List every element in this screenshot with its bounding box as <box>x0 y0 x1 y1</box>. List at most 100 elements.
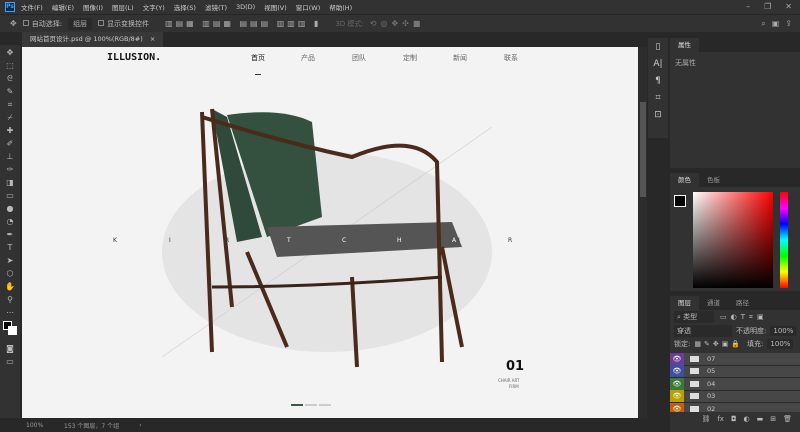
path-select-icon[interactable]: ➤ <box>7 256 14 267</box>
paragraph-icon[interactable]: ¶ <box>655 76 661 86</box>
opacity-label: 不透明度: <box>736 326 767 335</box>
layer-row[interactable]: 👁 07 <box>670 353 800 366</box>
menu-window[interactable]: 窗口(W) <box>296 2 321 12</box>
link-icon[interactable]: ⛓ <box>701 415 710 423</box>
visibility-eye-icon[interactable]: 👁 <box>670 390 684 403</box>
character-icon[interactable]: A| <box>653 59 662 69</box>
crop-icon[interactable]: ⌗ <box>655 93 660 103</box>
menu-3d[interactable]: 3D(D) <box>236 3 255 11</box>
adjustment-icon[interactable]: ◐ <box>744 415 750 423</box>
menu-image[interactable]: 图像(I) <box>83 2 103 12</box>
move-tool-icon[interactable]: ✥ <box>7 48 14 59</box>
menu-select[interactable]: 选择(S) <box>174 2 196 12</box>
auto-select-checkbox[interactable]: 自动选择: <box>22 19 62 29</box>
color-picker-field[interactable] <box>693 192 773 288</box>
visibility-eye-icon[interactable]: 👁 <box>670 402 684 412</box>
tab-paths[interactable]: 路径 <box>728 296 757 310</box>
zoom-level[interactable]: 100% <box>26 422 64 429</box>
gradient-icon[interactable]: ▭ <box>6 191 14 202</box>
tab-swatches[interactable]: 色板 <box>699 173 728 187</box>
canvas[interactable]: ILLUSION. 首页 产品 团队 定制 新闻 联系 K I R T C H … <box>22 47 638 418</box>
lock-icons[interactable]: ▦✎✥▣🔒 <box>694 340 743 348</box>
layer-filter-icons[interactable]: ▭◐T⌗▣ <box>720 313 768 322</box>
crop-tool-icon[interactable]: ⌗ <box>8 100 13 111</box>
hand-icon[interactable]: ✋ <box>5 282 15 293</box>
align-icons[interactable]: ▥▤▦ ▥▤▦ ▤▤▤ ▥▥▥ ▮ <box>165 19 321 28</box>
history-brush-icon[interactable]: ✑ <box>7 165 14 176</box>
fill-input[interactable]: 100% <box>767 338 794 349</box>
close-tab-icon[interactable]: × <box>150 35 155 43</box>
trash-icon[interactable]: 🗑 <box>783 415 792 423</box>
properties-panel: 属性 无属性 <box>670 38 800 168</box>
pen-icon[interactable]: ✒ <box>7 230 14 241</box>
close-icon[interactable]: ✕ <box>785 2 792 11</box>
hero-letter: C <box>342 237 347 244</box>
more-icon[interactable]: ⋯ <box>6 308 14 319</box>
tab-properties[interactable]: 属性 <box>670 38 699 52</box>
menu-edit[interactable]: 编辑(E) <box>52 2 74 12</box>
hue-slider[interactable] <box>780 192 788 288</box>
tab-layers[interactable]: 图层 <box>670 296 699 310</box>
mask-icon[interactable]: ◘ <box>731 415 737 423</box>
minimize-icon[interactable]: – <box>746 2 750 11</box>
layer-row[interactable]: 👁 05 <box>670 365 800 378</box>
new-group-icon[interactable]: ▬ <box>757 415 764 423</box>
move-tool-icon[interactable]: ✥ <box>10 19 17 28</box>
eraser-icon[interactable]: ◨ <box>6 178 14 189</box>
screen-mode-icon[interactable]: ▭ <box>6 357 14 368</box>
menu-help[interactable]: 帮助(H) <box>329 2 352 12</box>
menu-filter[interactable]: 滤镜(T) <box>205 2 227 12</box>
3d-tools-icons[interactable]: ⟲◎✥✣■ <box>370 19 425 28</box>
visibility-eye-icon[interactable]: 👁 <box>670 377 684 390</box>
menu-file[interactable]: 文件(F) <box>21 2 43 12</box>
new-layer-icon[interactable]: ⊞ <box>770 415 776 423</box>
search-icon[interactable]: ⌕ <box>761 19 765 29</box>
slider-pagination[interactable] <box>291 404 331 406</box>
lasso-tool-icon[interactable]: ᘓ <box>7 74 13 85</box>
blend-mode-dropdown[interactable]: 穿透 <box>674 324 732 337</box>
menu-type[interactable]: 文字(Y) <box>143 2 165 12</box>
show-transform-checkbox[interactable]: 显示变换控件 <box>98 19 149 29</box>
chair-hero-image <box>161 108 493 368</box>
document-tabbar: 网站首页设计.psd @ 100%(RGB/8#) × <box>22 32 638 47</box>
status-arrow-icon[interactable]: › <box>139 422 141 429</box>
stamp-panel-icon[interactable]: ⊡ <box>654 110 662 120</box>
visibility-eye-icon[interactable]: 👁 <box>670 353 684 365</box>
zoom-icon[interactable]: ⚲ <box>7 295 13 306</box>
menu-view[interactable]: 视图(V) <box>264 2 287 12</box>
dodge-icon[interactable]: ◔ <box>7 217 14 228</box>
quick-select-icon[interactable]: ✎ <box>7 87 14 98</box>
brush-icon[interactable]: ✐ <box>7 139 14 150</box>
layer-filter-dropdown[interactable]: ⌕ 类型 <box>674 311 714 323</box>
stamp-icon[interactable]: ⊥ <box>7 152 14 163</box>
share-icon[interactable]: ⇪ <box>785 19 792 28</box>
marquee-tool-icon[interactable]: ⬚ <box>6 61 14 72</box>
layer-row[interactable]: 👁 04 <box>670 377 800 391</box>
visibility-eye-icon[interactable]: 👁 <box>670 365 684 378</box>
blur-icon[interactable]: ● <box>7 204 14 215</box>
auto-select-dropdown[interactable]: 组层 <box>68 17 93 30</box>
tab-color[interactable]: 颜色 <box>670 173 699 187</box>
fg-bg-swatch[interactable] <box>674 195 686 207</box>
layer-name: 02 <box>707 404 716 412</box>
foreground-background-color[interactable] <box>3 321 17 335</box>
layer-row[interactable]: 👁 02 <box>670 402 800 412</box>
menu-layer[interactable]: 图层(L) <box>112 2 134 12</box>
scrollbar-thumb[interactable] <box>640 102 646 197</box>
document-tab[interactable]: 网站首页设计.psd @ 100%(RGB/8#) × <box>22 32 164 47</box>
canvas-vertical-scrollbar[interactable] <box>639 47 647 418</box>
workspace-icon[interactable]: ▣ <box>772 19 780 28</box>
opacity-input[interactable]: 100% <box>770 325 797 336</box>
fx-icon[interactable]: fx <box>717 415 724 423</box>
restore-icon[interactable]: ❐ <box>764 2 771 11</box>
status-bar: 100% 153 个图层，7 个组 › <box>0 418 640 432</box>
shape-icon[interactable]: ⬡ <box>7 269 14 280</box>
healing-icon[interactable]: ✚ <box>7 126 14 137</box>
type-icon[interactable]: T <box>8 243 13 254</box>
tab-channels[interactable]: 通道 <box>699 296 728 310</box>
folder-icon <box>690 393 699 400</box>
quick-mask-icon[interactable]: ◙ <box>6 344 14 355</box>
history-icon[interactable]: ▯ <box>656 42 661 52</box>
eyedropper-icon[interactable]: ⌿ <box>8 113 13 124</box>
layer-row[interactable]: 👁 03 <box>670 390 800 403</box>
